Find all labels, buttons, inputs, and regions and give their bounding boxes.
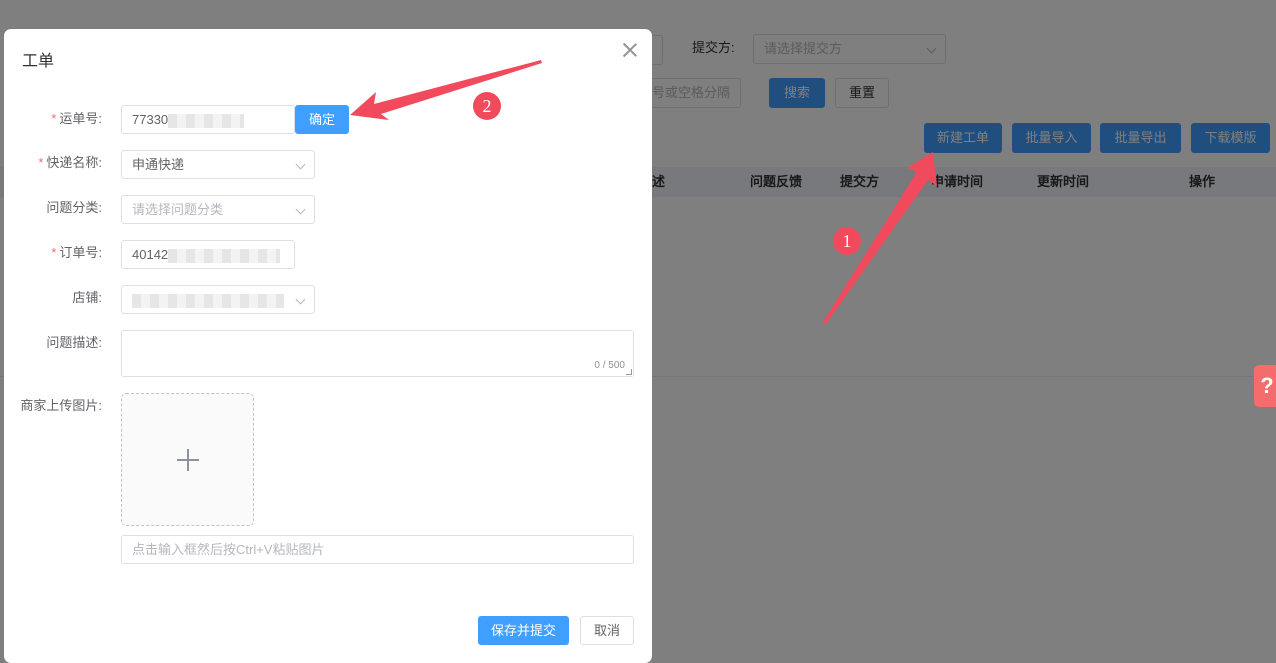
chevron-down-icon (295, 204, 306, 215)
chevron-down-icon (295, 159, 306, 170)
waybill-label: * 运单号: (8, 105, 102, 133)
save-submit-button[interactable]: 保存并提交 (478, 616, 569, 645)
waybill-confirm-button[interactable]: 确定 (295, 105, 349, 134)
required-mark: * (51, 245, 57, 260)
description-counter: 0 / 500 (594, 360, 625, 371)
required-mark: * (38, 155, 44, 170)
category-label: 问题分类: (46, 200, 102, 215)
redacted-waybill (168, 113, 245, 128)
waybill-input[interactable]: 77330 (121, 105, 295, 134)
description-textarea[interactable]: 0 / 500 (121, 330, 634, 377)
order-label: * 订单号: (8, 239, 102, 267)
order-label-text: 订单号: (59, 245, 102, 260)
resize-handle-icon[interactable] (626, 369, 632, 375)
paste-image-input[interactable]: 点击输入框然后按Ctrl+V粘贴图片 (121, 535, 634, 564)
close-icon[interactable] (621, 41, 639, 59)
order-value: 40142 (132, 247, 169, 262)
courier-label-text: 快递名称: (46, 155, 102, 170)
image-upload-area[interactable] (121, 393, 254, 526)
paste-image-placeholder: 点击输入框然后按Ctrl+V粘贴图片 (132, 542, 325, 557)
courier-label: * 快递名称: (8, 149, 102, 177)
courier-select[interactable]: 申通快递 (121, 150, 315, 179)
plus-icon-vertical (187, 449, 189, 471)
step-badge-1: 1 (833, 227, 861, 255)
waybill-value: 77330 (132, 112, 169, 127)
waybill-label-text: 运单号: (59, 111, 102, 126)
required-mark: * (51, 111, 57, 126)
category-placeholder: 请选择问题分类 (132, 202, 224, 217)
ticket-dialog: 工单 * 运单号: 77330 确定 * 快递名称: 申通快递 问题分类: 请选择问… (4, 29, 652, 663)
dialog-title: 工单 (22, 53, 55, 70)
description-label: 问题描述: (46, 335, 102, 350)
chevron-down-icon (295, 294, 306, 305)
category-select[interactable]: 请选择问题分类 (121, 195, 315, 224)
courier-value: 申通快递 (132, 157, 185, 172)
order-input[interactable]: 40142 (121, 240, 295, 269)
redacted-order (168, 248, 281, 263)
images-label: 商家上传图片: (20, 398, 102, 413)
help-question-icon[interactable]: ? (1254, 365, 1276, 407)
shop-label: 店铺: (72, 290, 102, 305)
redacted-shop (132, 293, 284, 308)
cancel-button[interactable]: 取消 (580, 616, 634, 645)
step-badge-2: 2 (473, 92, 501, 120)
shop-select[interactable] (121, 285, 315, 314)
